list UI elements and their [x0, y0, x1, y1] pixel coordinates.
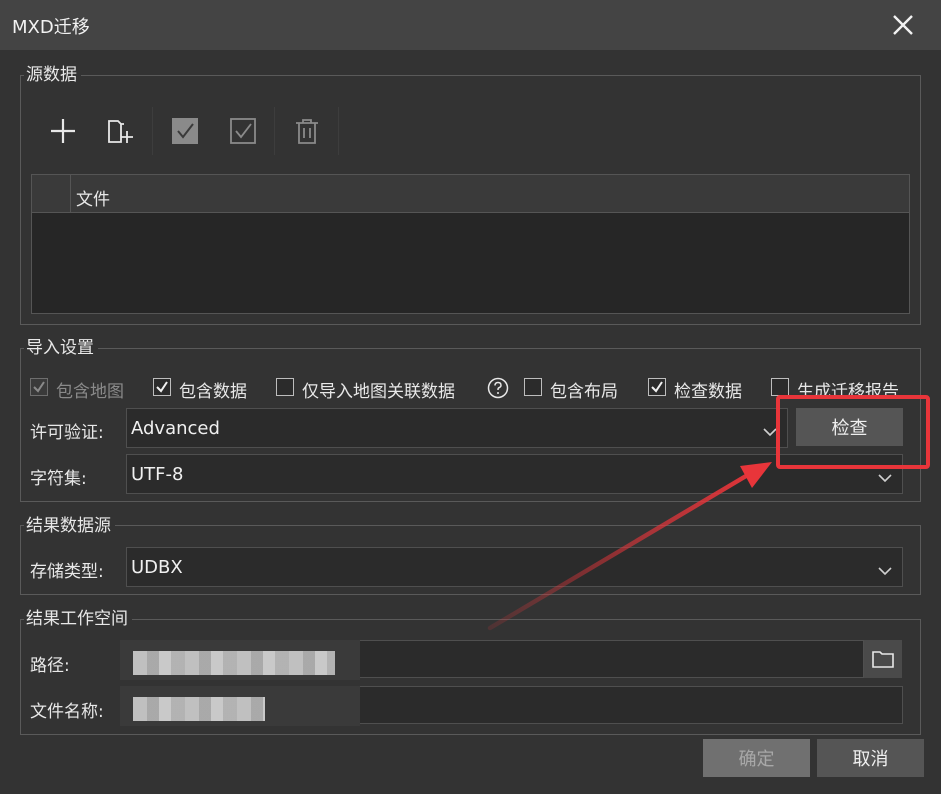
annotation-arrow: [487, 462, 772, 631]
